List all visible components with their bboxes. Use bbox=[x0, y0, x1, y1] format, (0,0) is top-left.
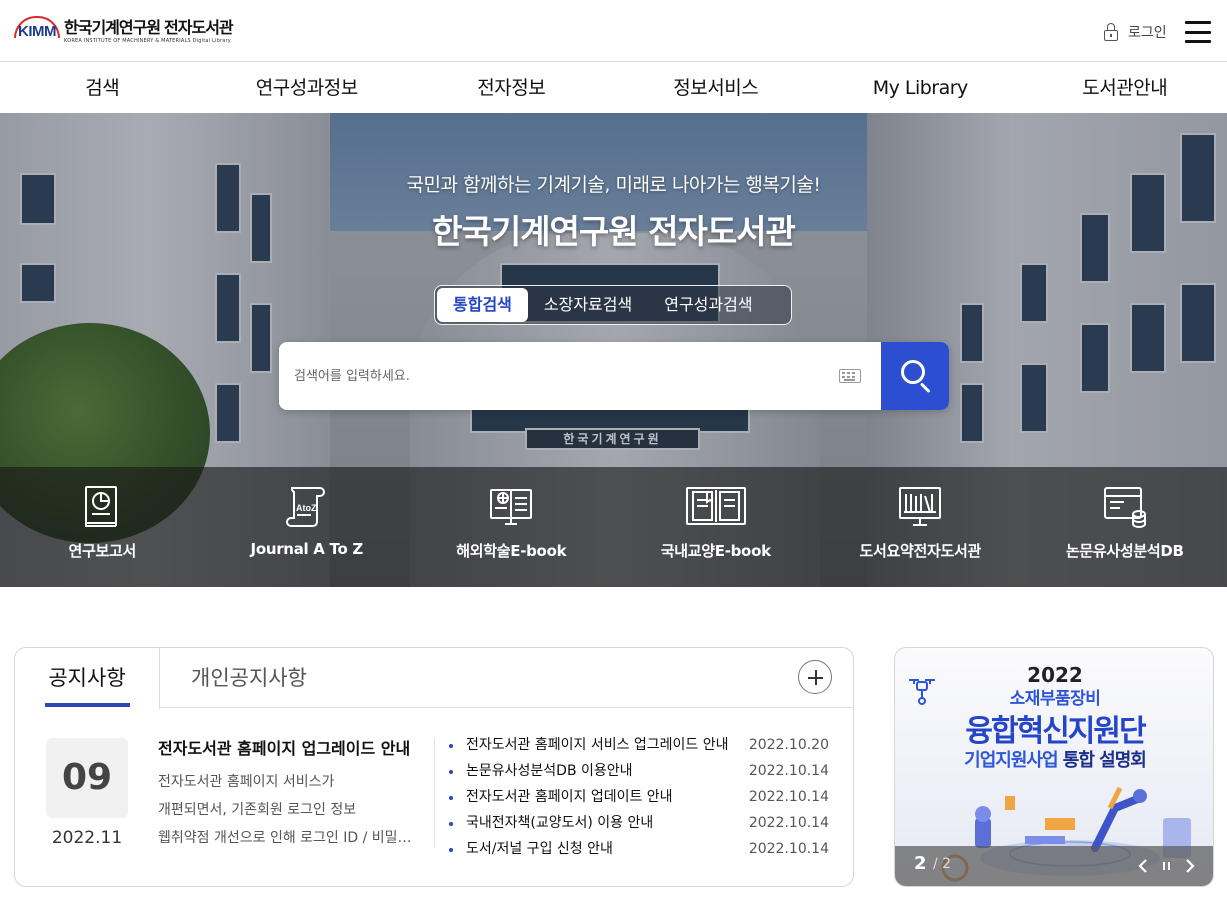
featured-notice-title[interactable]: 전자도서관 홈페이지 업그레이드 안내 bbox=[158, 735, 420, 759]
banner-line3: 기업지원사업 통합 설명회 bbox=[964, 750, 1147, 771]
list-item[interactable]: 전자도서관 홈페이지 업데이트 안내 2022.10.14 bbox=[449, 784, 829, 810]
kimm-logo-mark: KIMM bbox=[12, 14, 62, 48]
hero-title: 한국기계연구원 전자도서관 bbox=[432, 212, 796, 251]
open-book-icon bbox=[685, 487, 746, 525]
tab-research-output-search[interactable]: 연구성과검색 bbox=[648, 288, 768, 322]
quick-link-book-summary-library[interactable]: 도서요약전자도서관 bbox=[818, 467, 1023, 587]
svg-text:AtoZ: AtoZ bbox=[296, 503, 317, 513]
search-icon bbox=[901, 360, 925, 384]
nav-item-research-output[interactable]: 연구성과정보 bbox=[205, 63, 410, 113]
search-button[interactable] bbox=[881, 342, 949, 410]
featured-notice-month: 2022.11 bbox=[51, 828, 123, 848]
notice-tabbar: 공지사항 개인공지사항 bbox=[15, 648, 853, 709]
site-logo[interactable]: KIMM 한국기계연구원 전자도서관 KOREA INSTITUTE OF MAC… bbox=[12, 14, 234, 48]
hero-banner: 한국기계연구원 국민과 함께하는 기계기술, 미래로 나아가는 행복기술! 한국… bbox=[0, 113, 1227, 587]
virtual-keyboard-icon[interactable] bbox=[839, 369, 861, 383]
banner-headline: 융합혁신지원단 bbox=[965, 714, 1146, 749]
hamburger-menu-icon[interactable] bbox=[1185, 21, 1211, 43]
more-plus-icon[interactable] bbox=[798, 660, 832, 694]
list-item[interactable]: 논문유사성분석DB 이용안내 2022.10.14 bbox=[449, 758, 829, 784]
pager-current: 2 bbox=[914, 853, 927, 874]
list-item[interactable]: 국내전자책(교양도서) 이용 안내 2022.10.14 bbox=[449, 810, 829, 836]
tab-personal-notices[interactable]: 개인공지사항 bbox=[191, 648, 307, 708]
report-book-icon bbox=[85, 486, 118, 527]
banner-pager: 2 / 2 bbox=[895, 846, 1213, 886]
list-item[interactable]: 도서/저널 구입 신청 안내 2022.10.14 bbox=[449, 836, 829, 862]
main-nav: 검색 연구성과정보 전자정보 정보서비스 My Library 도서관안내 bbox=[0, 63, 1227, 113]
featured-notice-summary[interactable]: 전자도서관 홈페이지 서비스가 개편되면서, 기존회원 로그인 정보 웹취약점 … bbox=[158, 768, 420, 852]
active-tab-indicator bbox=[45, 703, 130, 707]
tab-integrated-search[interactable]: 통합검색 bbox=[437, 288, 528, 322]
login-link[interactable]: 로그인 bbox=[1104, 22, 1167, 42]
quick-link-similarity-db[interactable]: 논문유사성분석DB bbox=[1023, 467, 1227, 587]
bookshelf-monitor-icon bbox=[899, 487, 942, 526]
pager-total: / 2 bbox=[933, 856, 952, 872]
notice-list: 전자도서관 홈페이지 서비스 업그레이드 안내 2022.10.20 논문유사성분… bbox=[449, 732, 829, 862]
quick-links-bar: 연구보고서 AtoZ Journal A To Z 해외학술E-book 국내교… bbox=[0, 467, 1227, 587]
promo-banner[interactable]: 2022 소재부품장비 융합혁신지원단 기업지원사업 통합 설명회 2 / 2 bbox=[894, 647, 1214, 887]
list-item[interactable]: 전자도서관 홈페이지 서비스 업그레이드 안내 2022.10.20 bbox=[449, 732, 829, 758]
nav-item-search[interactable]: 검색 bbox=[0, 63, 205, 113]
chevron-left-icon[interactable] bbox=[1136, 858, 1152, 874]
divider bbox=[434, 738, 435, 848]
pause-icon[interactable] bbox=[1159, 858, 1175, 874]
tab-notices[interactable]: 공지사항 bbox=[15, 648, 160, 709]
quick-link-journal-a-to-z[interactable]: AtoZ Journal A To Z bbox=[205, 467, 410, 587]
nav-item-my-library[interactable]: My Library bbox=[818, 63, 1023, 113]
tab-holdings-search[interactable]: 소장자료검색 bbox=[528, 288, 648, 322]
search-box bbox=[279, 342, 949, 410]
search-input[interactable] bbox=[279, 342, 824, 410]
search-type-tabs: 통합검색 소장자료검색 연구성과검색 bbox=[434, 285, 792, 325]
logo-subtitle: 전자도서관 bbox=[164, 17, 234, 37]
chevron-right-icon[interactable] bbox=[1181, 858, 1197, 874]
top-header: KIMM 한국기계연구원 전자도서관 KOREA INSTITUTE OF MAC… bbox=[0, 0, 1227, 62]
nav-item-library-guide[interactable]: 도서관안내 bbox=[1023, 63, 1227, 113]
database-icon bbox=[1103, 487, 1146, 528]
logo-english-tagline: KOREA INSTITUTE OF MACHINERY & MATERIALS… bbox=[64, 37, 231, 44]
notice-panel: 공지사항 개인공지사항 09 2022.11 전자도서관 홈페이지 업그레이드 … bbox=[14, 647, 854, 887]
lock-icon bbox=[1104, 23, 1118, 41]
featured-notice-day: 09 bbox=[46, 738, 128, 818]
scroll-atoz-icon: AtoZ bbox=[285, 487, 325, 527]
quick-link-foreign-ebook[interactable]: 해외학술E-book bbox=[409, 467, 614, 587]
quick-link-research-reports[interactable]: 연구보고서 bbox=[0, 467, 205, 587]
nav-item-info-services[interactable]: 정보서비스 bbox=[614, 63, 819, 113]
nav-item-e-resources[interactable]: 전자정보 bbox=[409, 63, 614, 113]
quick-link-domestic-ebook[interactable]: 국내교양E-book bbox=[614, 467, 819, 587]
globe-ebook-icon bbox=[490, 489, 533, 525]
logo-title: 한국기계연구원 bbox=[64, 17, 161, 37]
hero-slogan: 국민과 함께하는 기계기술, 미래로 나아가는 행복기술! bbox=[406, 174, 821, 196]
login-label: 로그인 bbox=[1128, 25, 1167, 41]
